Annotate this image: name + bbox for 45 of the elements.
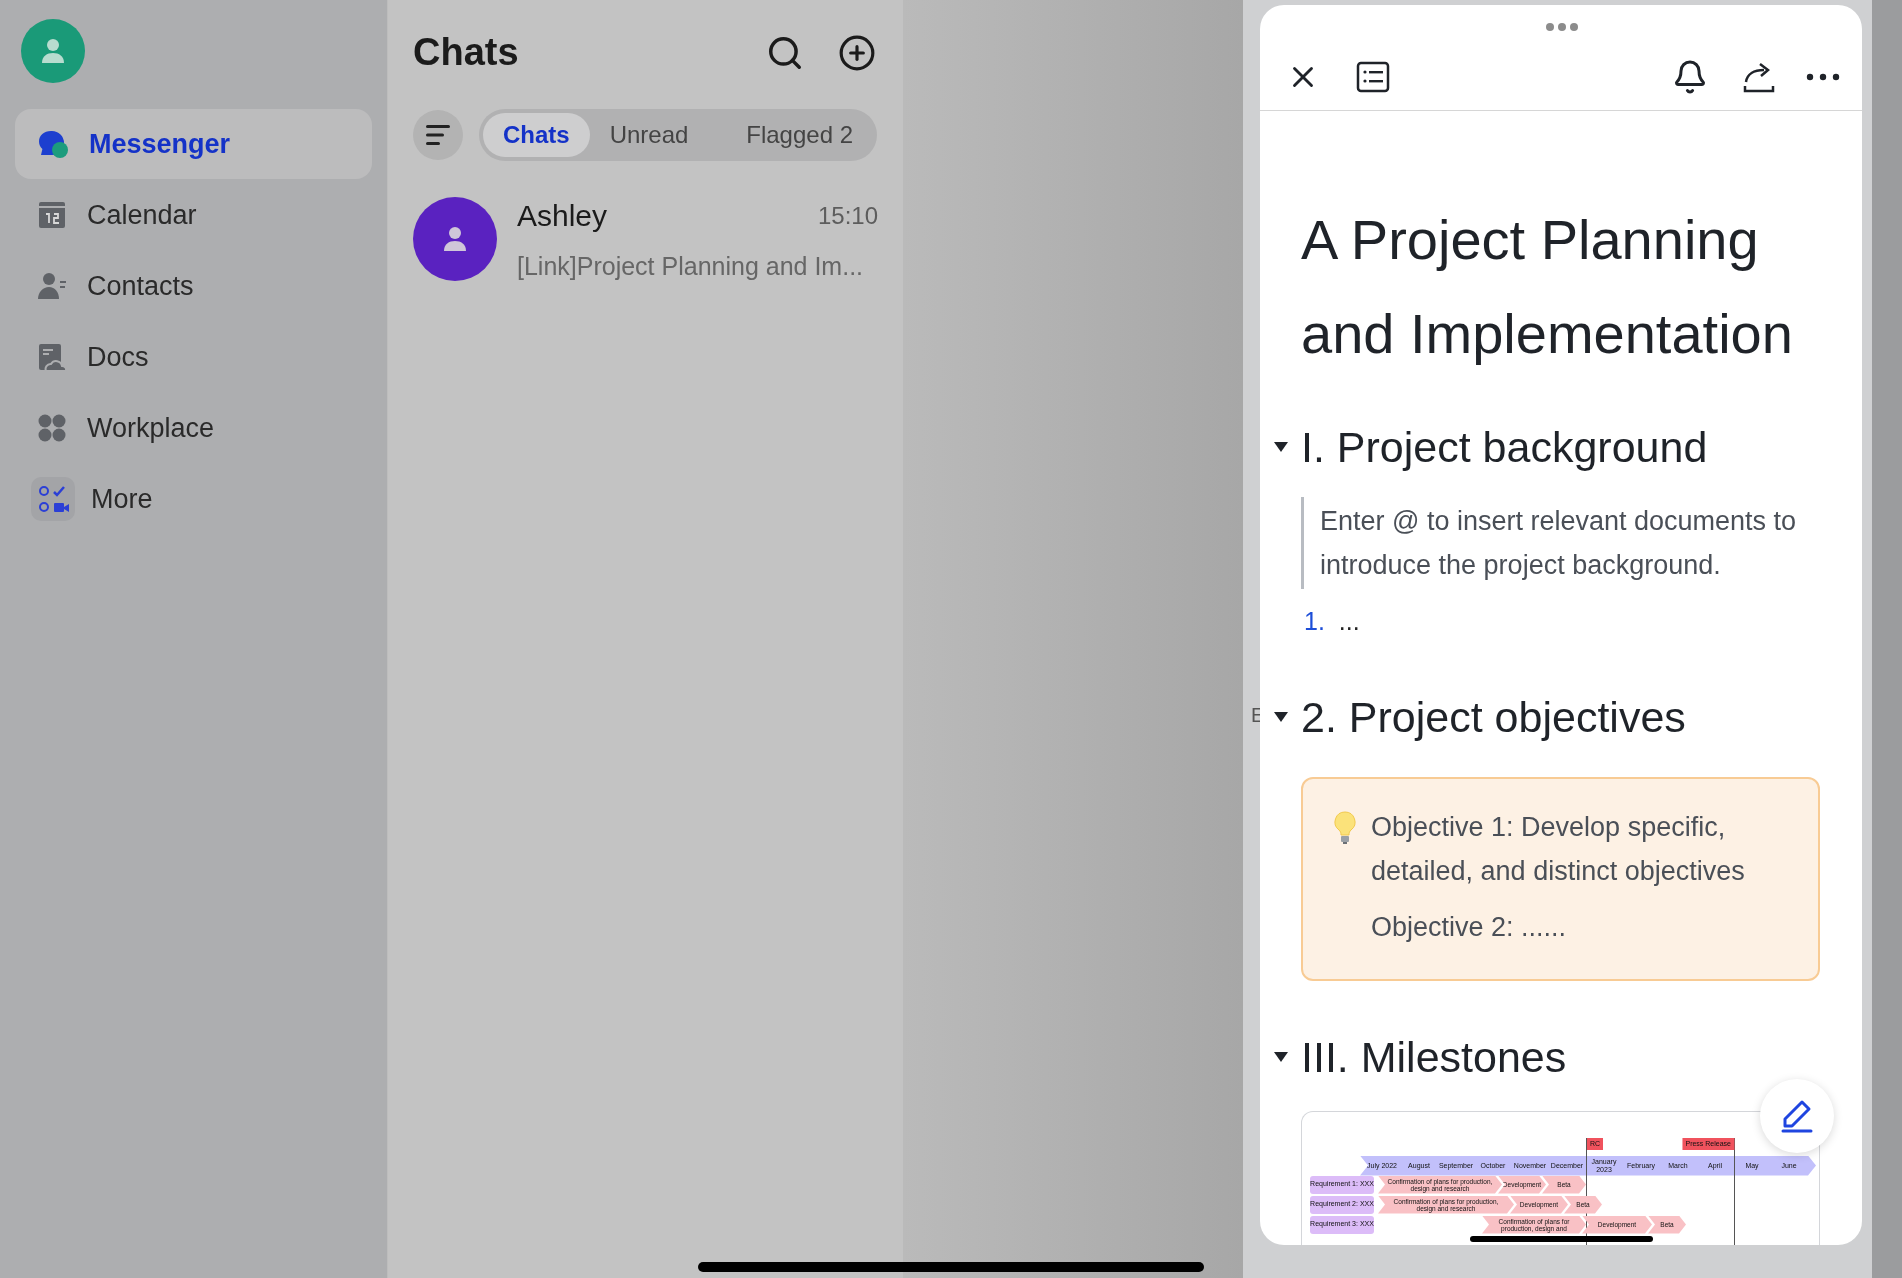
filter-tab[interactable]: Unread — [589, 113, 709, 157]
message-time: 15:10 — [817, 200, 878, 231]
add-icon[interactable] — [838, 33, 876, 72]
filter-button[interactable] — [413, 110, 463, 160]
pencil-icon — [1780, 1099, 1814, 1133]
panel-title: Chats — [413, 30, 519, 75]
more-icon[interactable] — [1806, 73, 1840, 81]
apps-icon — [31, 477, 75, 521]
contact-name: Ashley — [517, 198, 608, 234]
lightbulb-icon — [1333, 810, 1357, 845]
collapse-caret-icon[interactable] — [1273, 441, 1289, 453]
message-preview: [Link]Project Planning and Im... — [517, 251, 865, 282]
drag-handle-icon[interactable] — [1545, 22, 1579, 32]
sidebar-item[interactable]: Docs — [15, 322, 372, 392]
document-title: A Project Planning and Implementation — [1301, 207, 1794, 367]
list-number: 1. — [1304, 606, 1325, 637]
collapse-caret-icon[interactable] — [1273, 710, 1289, 723]
person-icon — [441, 225, 469, 254]
sidebar-item[interactable]: Workplace — [15, 393, 372, 463]
sort-lines-icon — [426, 124, 450, 146]
list-item-text: ... — [1338, 606, 1360, 637]
sidebar-item[interactable]: More — [15, 464, 372, 534]
edit-button[interactable] — [1760, 1079, 1834, 1153]
callout-text: Objective 2: ...... — [1371, 910, 1568, 944]
section-heading: 2. Project objectives — [1301, 691, 1686, 743]
grid-icon — [37, 413, 67, 443]
document-cloud-icon — [37, 342, 67, 372]
conversation-row[interactable]: Ashley 15:10 [Link]Project Planning and Im... — [413, 193, 878, 286]
sidebar-item[interactable]: Calendar — [15, 180, 372, 250]
bell-icon[interactable] — [1672, 59, 1708, 95]
quote-text: Enter @ to insert relevant documents to introduce the project background. — [1320, 505, 1798, 582]
person-icon — [39, 37, 67, 65]
sidebar-item[interactable]: Messenger — [15, 109, 372, 179]
person-icon — [37, 271, 67, 301]
filter-tab[interactable]: Flagged 2 — [726, 113, 873, 157]
list-icon[interactable] — [1356, 61, 1390, 93]
calendar-icon — [37, 200, 67, 230]
sidebar-item[interactable]: Contacts — [15, 251, 372, 321]
filter-tab[interactable]: Chats — [483, 113, 590, 157]
section-heading: I. Project background — [1301, 422, 1708, 473]
chat-bubbles-icon — [37, 129, 69, 159]
callout-text: Objective 1: Develop specific, detailed, and distinct objectives — [1371, 810, 1746, 888]
collapse-caret-icon[interactable] — [1273, 1050, 1289, 1063]
section-heading: III. Milestones — [1301, 1031, 1567, 1083]
share-icon[interactable] — [1742, 60, 1776, 94]
